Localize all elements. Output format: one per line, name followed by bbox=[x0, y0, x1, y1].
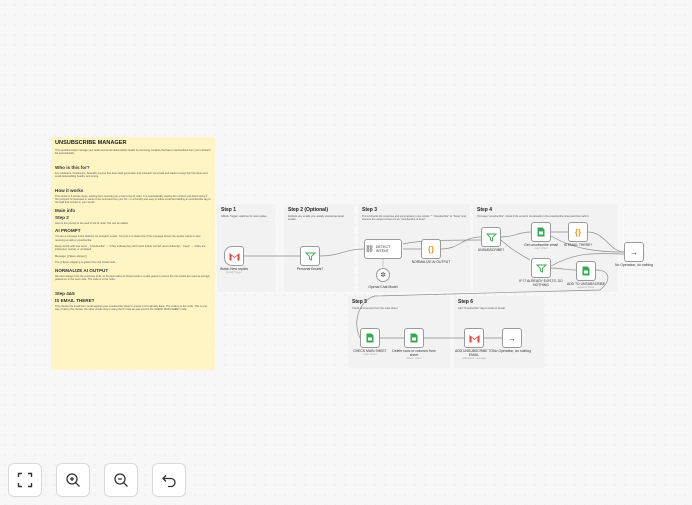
node-personal-emails[interactable] bbox=[300, 246, 320, 266]
undo-icon bbox=[162, 475, 176, 488]
connection bbox=[319, 248, 365, 257]
zoom-out-icon bbox=[114, 473, 128, 487]
connection bbox=[587, 231, 625, 253]
link-icon: ⛓ bbox=[365, 246, 374, 253]
node-label: IF IT ALREADY EXISTS, DO NOTHING bbox=[519, 279, 563, 287]
node-label: UNSUBSCRIBE? bbox=[477, 248, 505, 252]
node-unsubscribe-filter[interactable] bbox=[481, 227, 501, 247]
filter-icon bbox=[535, 264, 547, 273]
google-sheets-icon bbox=[410, 333, 418, 343]
fit-view-button[interactable] bbox=[8, 463, 42, 497]
node-sublabel: read: sheet bbox=[363, 353, 377, 356]
connection bbox=[402, 239, 482, 245]
node-no-operation-1[interactable]: → bbox=[624, 242, 644, 262]
node-no-operation-2[interactable]: → bbox=[502, 328, 522, 348]
filter-icon bbox=[304, 252, 316, 261]
zoom-in-icon bbox=[66, 473, 80, 487]
zoom-out-button[interactable] bbox=[104, 463, 138, 497]
node-get-unsubscribe-email[interactable] bbox=[531, 222, 551, 242]
connections-layer bbox=[244, 231, 625, 339]
workflow-canvas[interactable]: UNSUBSCRIBE MANAGER This workflow helps … bbox=[0, 0, 692, 505]
code-icon: {} bbox=[574, 227, 582, 237]
node-detect-intent[interactable]: ⛓ DETECT INTENT bbox=[364, 239, 402, 259]
node-normalize-ai-output[interactable]: {} bbox=[421, 239, 441, 259]
connection bbox=[500, 231, 532, 238]
node-if-already-exists[interactable] bbox=[531, 258, 551, 278]
node-label: Personal Emails? bbox=[296, 267, 324, 271]
filter-icon bbox=[485, 233, 497, 242]
node-sublabel: append: sheet bbox=[577, 286, 595, 289]
openai-icon: ✲ bbox=[380, 272, 386, 279]
arrow-right-icon: → bbox=[630, 247, 638, 257]
node-add-unsubscribe-to-email[interactable] bbox=[464, 328, 484, 348]
node-label: Openai Chat Model bbox=[368, 285, 398, 289]
node-sublabel: addLabels: message bbox=[462, 357, 486, 360]
google-sheets-icon bbox=[582, 266, 590, 276]
gmail-icon bbox=[469, 334, 479, 342]
node-delete-rows[interactable] bbox=[404, 328, 424, 348]
google-sheets-icon bbox=[366, 333, 374, 343]
node-is-email-there[interactable]: {} bbox=[568, 222, 588, 242]
connection bbox=[550, 267, 577, 271]
zoom-in-button[interactable] bbox=[56, 463, 90, 497]
node-label: Delete rows or columns from sheet bbox=[392, 349, 436, 357]
arrow-right-icon: → bbox=[508, 333, 516, 343]
node-label: IS EMAIL THERE? bbox=[563, 243, 593, 247]
node-sublabel: read: sheet bbox=[534, 247, 548, 250]
node-check-main-sheet[interactable] bbox=[360, 328, 380, 348]
gmail-icon bbox=[229, 252, 239, 260]
node-sublabel: delete: sheet bbox=[406, 357, 422, 360]
node-label: NORMALIZE AI OUTPUT bbox=[411, 260, 451, 264]
google-sheets-icon bbox=[537, 227, 545, 237]
node-label: No Operation, do nothing bbox=[493, 349, 531, 353]
node-label: No Operation, do nothing bbox=[615, 263, 653, 267]
fit-view-icon bbox=[17, 472, 33, 488]
node-watch-new-replies[interactable] bbox=[224, 246, 244, 266]
node-sublabel: Gmail Trigger bbox=[226, 271, 242, 274]
node-openai-chat-model[interactable]: ✲ bbox=[376, 268, 390, 282]
undo-button[interactable] bbox=[152, 463, 186, 497]
node-add-to-unsubscribe[interactable] bbox=[576, 261, 596, 281]
node-label: DETECT INTENT bbox=[375, 245, 391, 253]
code-icon: {} bbox=[427, 244, 435, 254]
